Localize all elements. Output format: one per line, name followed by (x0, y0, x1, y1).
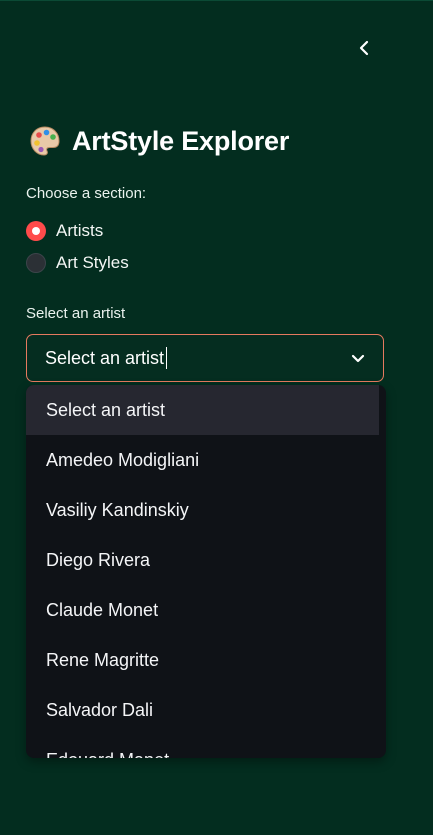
chevron-down-icon[interactable] (349, 349, 367, 367)
text-cursor (166, 347, 168, 369)
dropdown-option[interactable]: Edouard Manet (26, 735, 379, 759)
collapse-sidebar-button[interactable] (350, 34, 378, 62)
sidebar-title: ArtStyle Explorer (28, 124, 289, 158)
artist-dropdown-list[interactable]: Select an artist Amedeo Modigliani Vasil… (26, 385, 386, 758)
radio-label: Artists (56, 221, 104, 240)
radio-selected-indicator[interactable] (26, 221, 46, 241)
dropdown-option[interactable]: Salvador Dali (26, 685, 379, 735)
dropdown-option[interactable]: Claude Monet (26, 585, 379, 635)
dropdown-option[interactable]: Diego Rivera (26, 535, 379, 585)
chevron-left-icon (359, 40, 369, 56)
select-input-text[interactable]: Select an artist (45, 348, 164, 369)
dropdown-option[interactable]: Vasiliy Kandinskiy (26, 485, 379, 535)
dropdown-option[interactable]: Rene Magritte (26, 635, 379, 685)
radio-artists[interactable]: Artists (26, 221, 103, 241)
radio-unselected-indicator[interactable] (26, 253, 46, 273)
dropdown-option[interactable]: Select an artist (26, 385, 379, 435)
artist-select[interactable]: Select an artist (26, 334, 384, 382)
radio-art-styles[interactable]: Art Styles (26, 253, 129, 273)
section-label: Choose a section: (26, 185, 147, 202)
sidebar-top-border (0, 0, 433, 1)
radio-label: Art Styles (56, 253, 129, 272)
palette-icon (30, 126, 60, 156)
select-label: Select an artist (26, 305, 126, 322)
dropdown-option[interactable]: Amedeo Modigliani (26, 435, 379, 485)
page-title: ArtStyle Explorer (72, 125, 290, 156)
